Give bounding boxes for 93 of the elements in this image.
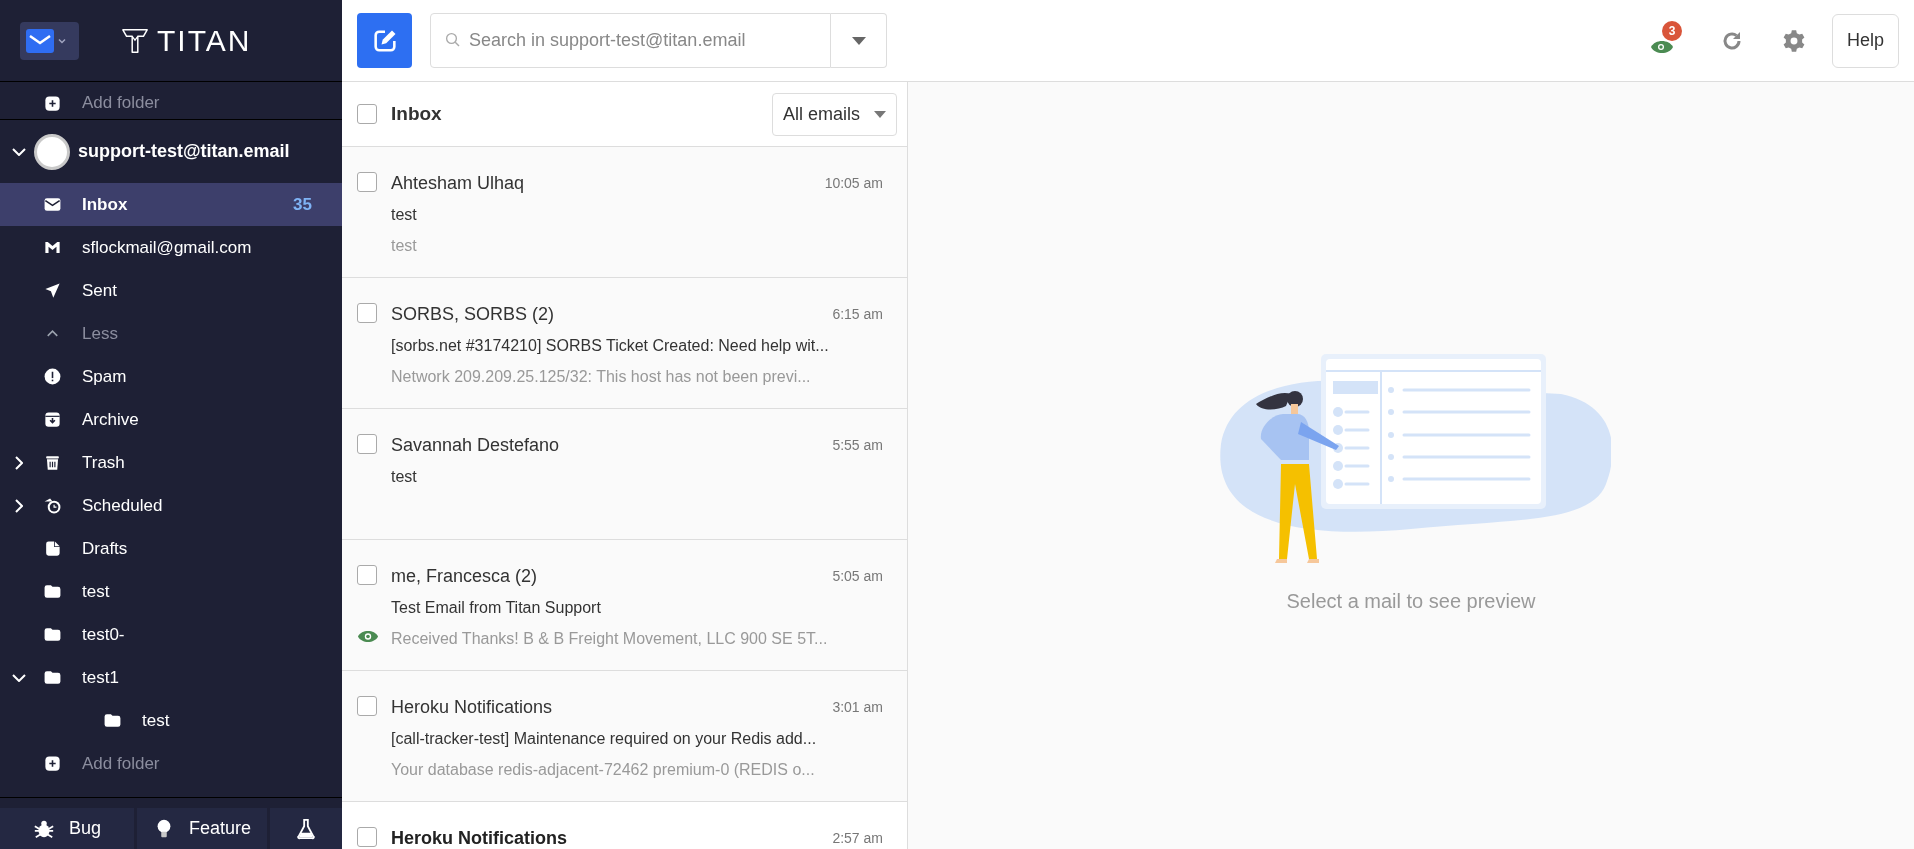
flask-icon [295,817,317,840]
folder-label: sflockmail@gmail.com [82,236,253,259]
read-tracking-button[interactable]: 3 [1641,20,1682,61]
email-subject: test [391,205,418,225]
account-row[interactable]: support-test@titan.email [0,120,342,183]
folder-item[interactable]: test [0,570,342,613]
folder-item[interactable]: Scheduled [0,484,342,527]
folder-item[interactable]: test [0,699,342,742]
exclamation-icon [42,367,62,386]
email-time: 6:15 am [832,304,883,324]
folder-label: test [142,709,171,732]
lab-button[interactable] [270,808,342,849]
folder-item[interactable]: Spam [0,355,342,398]
email-preview: Your database redis-adjacent-72462 premium-0 (REDIS o... [391,760,816,780]
email-subject: [call-tracker-test] Maintenance required on your Redis add... [391,729,818,749]
avatar [34,133,70,170]
search-field[interactable]: Search in support-test@titan.email [430,13,831,68]
checkbox[interactable] [357,827,377,847]
unread-count: 35 [293,193,312,216]
checkbox[interactable] [357,696,377,716]
folder-item[interactable]: Add folder [0,87,342,119]
checkbox[interactable] [357,104,377,124]
brand-name: TITAN [157,23,252,59]
folder-icon [42,582,62,601]
filter-dropdown[interactable]: All emails [771,92,897,136]
folder-label: Trash [82,451,126,474]
sender-name: Heroku Notifications [391,826,568,849]
account-email: support-test@titan.email [78,140,290,163]
sender-name: Ahtesham Ulhaq [391,171,525,195]
envelope-icon [26,28,54,53]
folder-item[interactable]: sflockmail@gmail.com [0,226,342,269]
folder-icon [102,711,122,730]
folder-item[interactable]: Trash [0,441,342,484]
plus-square-icon [42,754,62,773]
folder-label: Add folder [82,92,161,115]
plus-square-icon [42,93,62,113]
email-time: 5:55 am [832,435,883,455]
compose-button[interactable] [357,13,412,68]
checkbox[interactable] [357,172,377,192]
folder-item[interactable]: test0- [0,613,342,656]
folder-item[interactable]: Archive [0,398,342,441]
feature-button[interactable]: Feature [137,808,267,849]
notification-badge: 3 [1661,20,1682,41]
email-time: 10:05 am [824,173,883,193]
bug-button[interactable]: Bug [0,808,134,849]
email-time: 2:57 am [832,828,883,848]
folder-label: Scheduled [82,494,164,517]
folder-label: test [82,580,111,603]
email-subject: test [391,467,418,487]
folder-item[interactable]: Inbox 35 [0,183,342,226]
alarm-clock-icon [42,496,62,515]
checkbox[interactable] [357,565,377,585]
help-button[interactable]: Help [1831,13,1899,68]
checkbox[interactable] [357,303,377,323]
folder-item[interactable]: Sent [0,269,342,312]
folder-label: test0- [82,623,126,646]
search-icon [444,31,462,49]
caret-down-icon [851,36,866,45]
caret-down-icon [874,110,886,118]
search-options-button[interactable] [831,13,887,68]
folder-label: Drafts [82,537,129,560]
account-switcher-button[interactable] [20,21,79,60]
archive-box-icon [42,410,62,429]
sender-name: me, Francesca (2) [391,564,538,588]
folder-item[interactable]: Drafts [0,527,342,570]
folder-item[interactable]: test1 [0,656,342,699]
sender-name: Savannah Destefano [391,433,560,457]
folder-label: Spam [82,365,128,388]
logo-icon [121,26,149,55]
folder-item[interactable]: Add folder [0,742,342,785]
folder-icon [42,625,62,644]
folder-icon [42,668,62,687]
sender-name: SORBS, SORBS (2) [391,302,555,326]
list-title: Inbox [391,101,443,126]
preview-hint: Select a mail to see preview [1286,589,1536,614]
folder-label: Add folder [82,752,161,775]
email-subject: Test Email from Titan Support [391,598,602,618]
folder-label: Archive [82,408,140,431]
email-time: 5:05 am [832,566,883,586]
email-row[interactable]: Heroku Notifications 2:57 am [342,802,907,849]
folder-item[interactable]: Less [0,312,342,355]
folder-label: Sent [82,279,118,302]
email-time: 3:01 am [832,697,883,717]
email-preview: Received Thanks! B & B Freight Movement, LLC 900 SE 5T... [391,629,829,649]
email-preview: test [391,236,418,256]
folder-label: Inbox [82,193,129,216]
folder-label: Less [82,322,119,345]
folder-label: test1 [82,666,120,689]
email-preview: Network 209.209.25.125/32: This host has not been previ... [391,367,812,387]
envelope-icon [42,195,62,214]
email-subject: [sorbs.net #3174210] SORBS Ticket Created: Need help wit... [391,336,830,356]
sender-name: Heroku Notifications [391,695,553,719]
checkbox[interactable] [357,434,377,454]
